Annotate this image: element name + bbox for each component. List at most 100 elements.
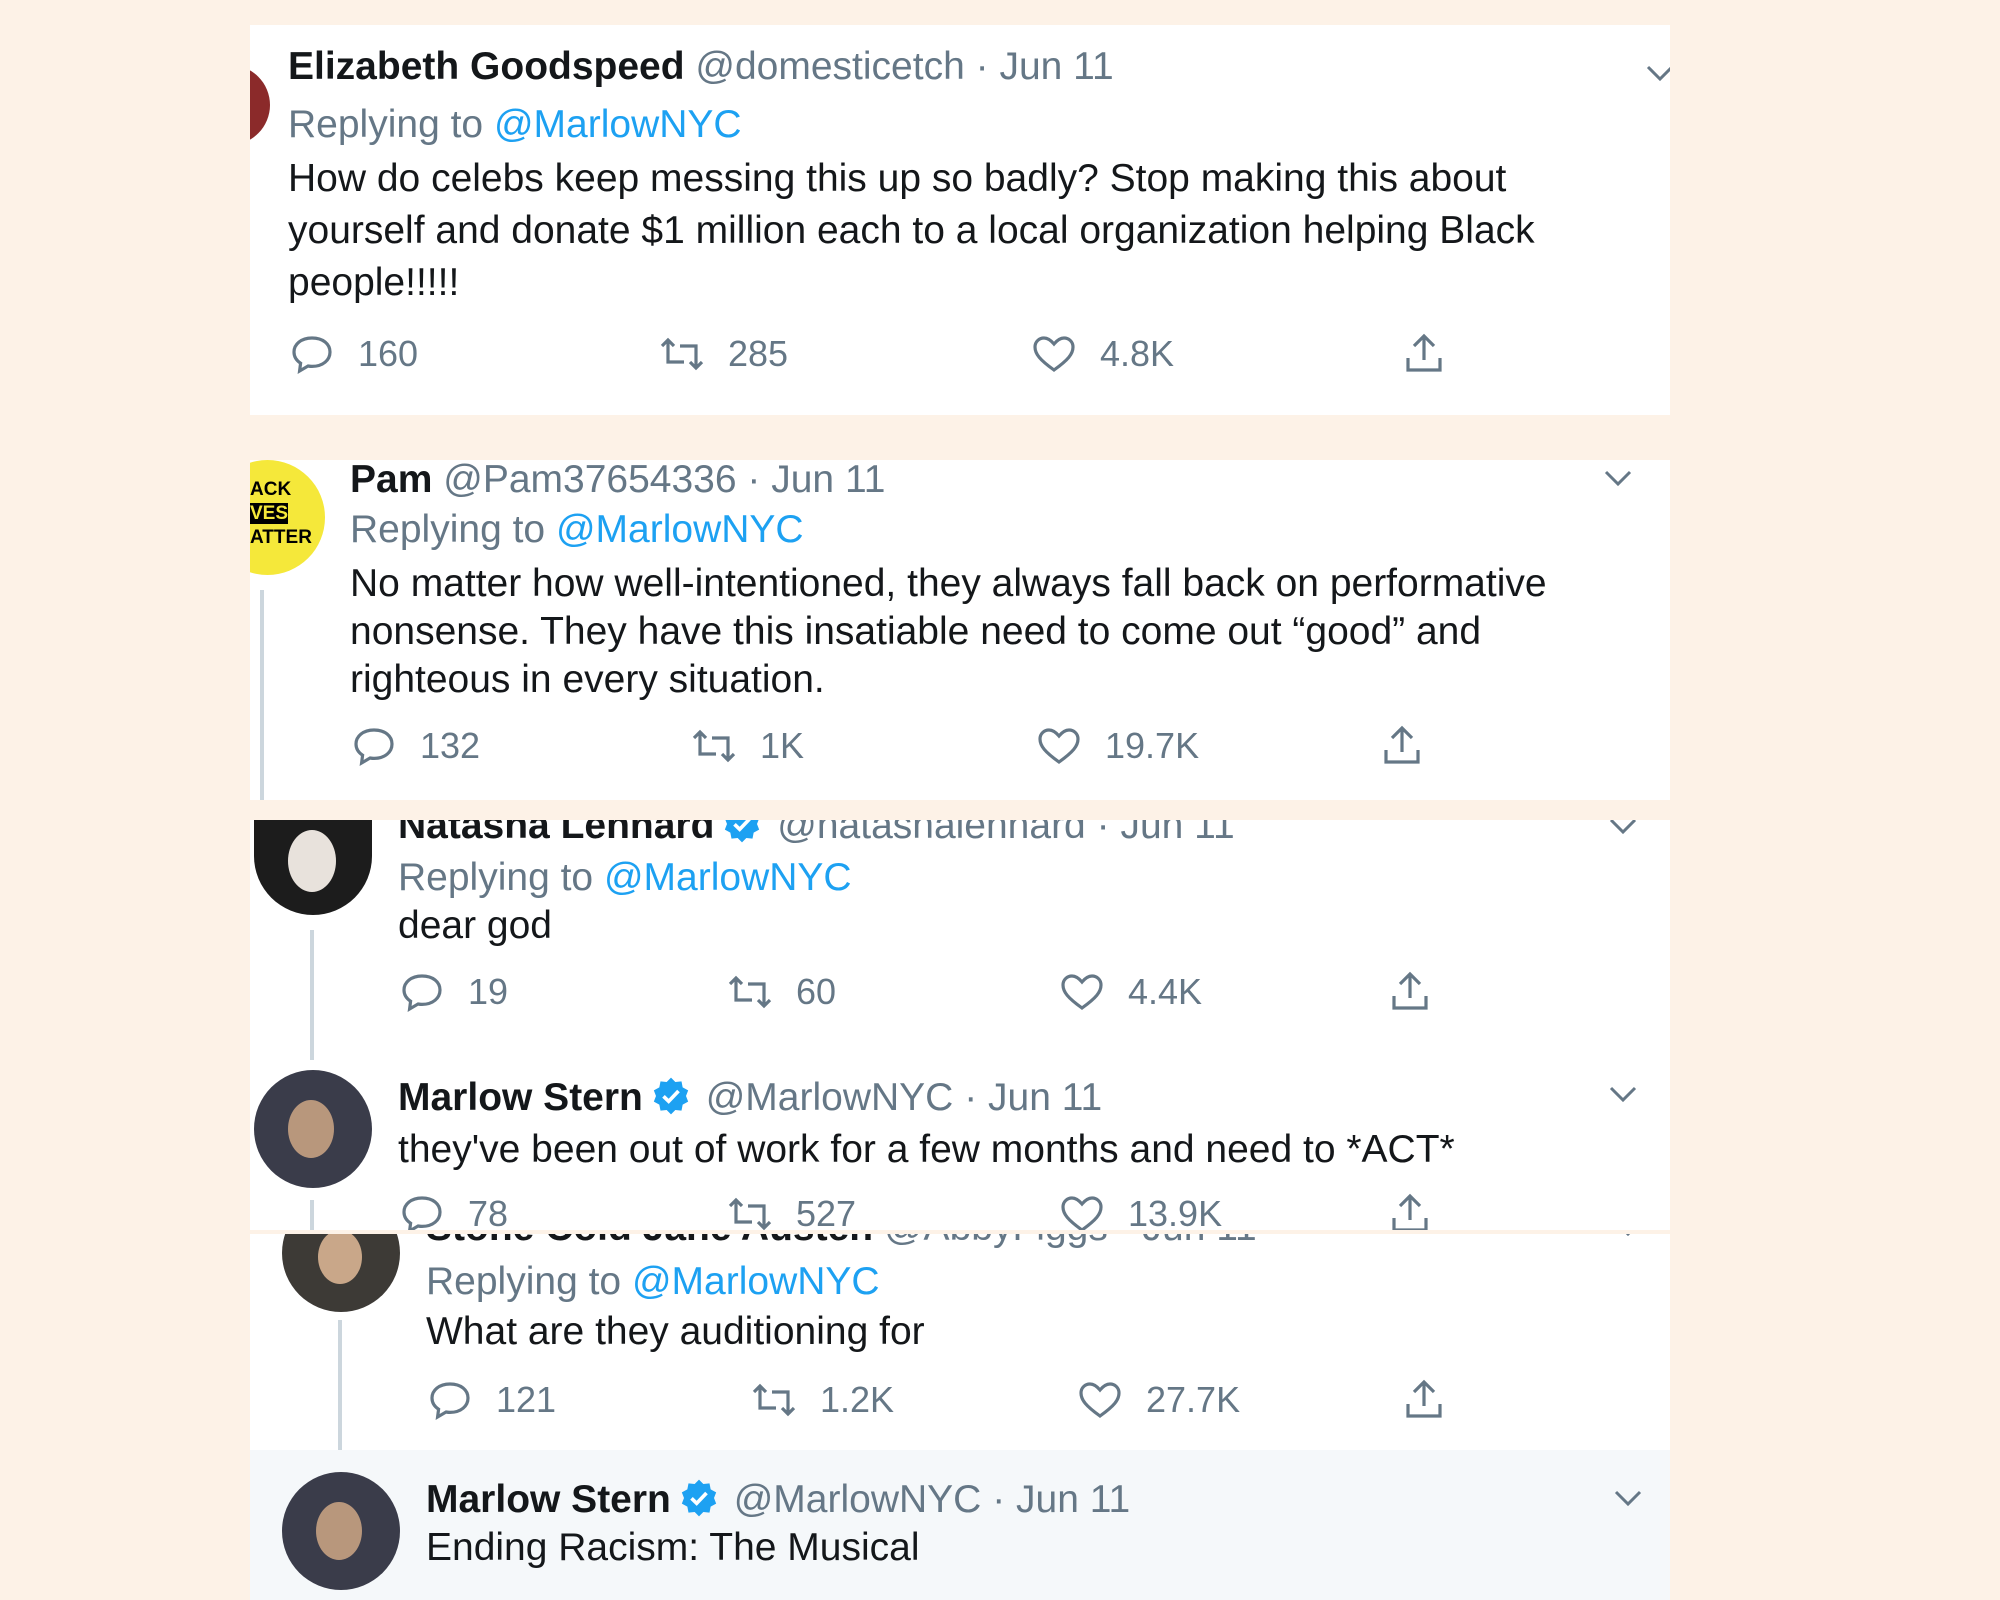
tweet-date[interactable]: Jun 11: [1143, 1234, 1257, 1249]
tweet-header: Elizabeth Goodspeed @domesticetch · Jun …: [288, 47, 1114, 86]
display-name[interactable]: Pam: [350, 460, 432, 501]
avatar-badge-text: ACK VES ATTER: [250, 479, 312, 548]
chevron-down-icon[interactable]: [1610, 1234, 1646, 1246]
verified-badge-icon: [725, 820, 760, 843]
display-name[interactable]: Marlow Stern: [398, 1076, 643, 1119]
share-button[interactable]: [1386, 968, 1456, 1016]
display-name[interactable]: Stone Cold Jane Austen: [426, 1234, 873, 1249]
reply-button[interactable]: 132: [350, 722, 480, 770]
tweet-card[interactable]: Stone Cold Jane Austen @AbbyFiggs · Jun …: [250, 1234, 1670, 1450]
share-button[interactable]: [1378, 722, 1448, 770]
reply-button[interactable]: 121: [426, 1376, 556, 1424]
retweet-icon: [728, 1197, 772, 1230]
avatar-face: [318, 1234, 362, 1284]
replying-label: Replying to: [398, 856, 594, 899]
display-name[interactable]: Marlow Stern: [426, 1478, 671, 1521]
share-button[interactable]: [1400, 330, 1470, 378]
retweet-count: 285: [728, 333, 789, 374]
user-handle[interactable]: @Pam37654336: [443, 460, 736, 501]
like-count: 19.7K: [1105, 725, 1200, 766]
user-handle[interactable]: @MarlowNYC: [734, 1478, 982, 1521]
avatar[interactable]: [250, 65, 270, 145]
like-button[interactable]: 19.7K: [1035, 722, 1199, 770]
tweet-header: Marlow Stern @MarlowNYC · Jun 11: [426, 1478, 1130, 1519]
user-handle[interactable]: @AbbyFiggs: [884, 1234, 1108, 1249]
reply-count: 121: [496, 1379, 557, 1420]
tweet-text: they've been out of work for a few month…: [398, 1128, 1455, 1171]
retweet-icon: [728, 975, 772, 1009]
avatar-face: [288, 1100, 334, 1158]
tweet-card[interactable]: ACK VES ATTER Pam @Pam37654336 · Jun 11 Re…: [250, 460, 1670, 800]
tweet-date[interactable]: Jun 11: [1016, 1478, 1130, 1521]
reply-count: 78: [468, 1193, 509, 1230]
tweet-card[interactable]: Elizabeth Goodspeed @domesticetch · Jun …: [250, 25, 1670, 415]
heart-icon: [1038, 728, 1080, 764]
user-handle[interactable]: @domesticetch: [695, 45, 964, 88]
separator: ·: [1096, 820, 1110, 847]
chevron-down-icon[interactable]: [1600, 460, 1636, 496]
share-icon: [1392, 1193, 1428, 1230]
replying-to: Replying to @MarlowNYC: [426, 1260, 880, 1304]
replying-label: Replying to: [288, 103, 484, 146]
reply-button[interactable]: 19: [398, 968, 508, 1016]
reply-button[interactable]: 78: [398, 1190, 508, 1230]
mention-link[interactable]: @MarlowNYC: [604, 856, 852, 899]
reply-icon: [354, 728, 394, 767]
tweet-header: Marlow Stern @MarlowNYC · Jun 11: [398, 1076, 1102, 1117]
retweet-button[interactable]: 285: [658, 330, 788, 378]
display-name[interactable]: Elizabeth Goodspeed: [288, 45, 685, 88]
tweet-text: No matter how well-intentioned, they alw…: [350, 562, 1547, 701]
retweet-button[interactable]: 527: [726, 1190, 856, 1230]
tweet-actions: 19 60 4.4K: [250, 968, 1670, 1028]
reply-count: 132: [420, 725, 481, 766]
like-button[interactable]: 13.9K: [1058, 1190, 1222, 1230]
like-button[interactable]: 27.7K: [1076, 1376, 1240, 1424]
tweet-date[interactable]: Jun 11: [999, 45, 1113, 88]
avatar[interactable]: [282, 1234, 400, 1312]
tweet-date[interactable]: Jun 11: [988, 1076, 1102, 1119]
retweet-count: 60: [796, 971, 837, 1012]
display-name[interactable]: Natasha Lennard: [398, 820, 714, 847]
retweet-count: 1.2K: [820, 1379, 895, 1420]
tweet-date[interactable]: Jun 11: [1120, 820, 1234, 847]
chevron-down-icon[interactable]: [1610, 1480, 1646, 1516]
tweet-card[interactable]: Natasha Lennard @natashalennard · Jun 11…: [250, 820, 1670, 1230]
share-icon: [1392, 971, 1428, 1010]
reply-icon: [402, 1196, 442, 1230]
tweet-actions: 160 285 4.8K: [250, 330, 1670, 390]
avatar[interactable]: [254, 1070, 372, 1188]
chevron-down-icon[interactable]: [1605, 820, 1641, 844]
avatar[interactable]: ACK VES ATTER: [250, 460, 325, 575]
share-icon: [1406, 1379, 1442, 1418]
heart-icon: [1033, 336, 1075, 372]
heart-icon: [1061, 974, 1103, 1010]
retweet-button[interactable]: 1.2K: [750, 1376, 894, 1424]
avatar[interactable]: [282, 1472, 400, 1590]
tweet-text: How do celebs keep messing this up so ba…: [288, 157, 1535, 304]
mention-link[interactable]: @MarlowNYC: [494, 103, 742, 146]
tweet-card-highlighted[interactable]: Marlow Stern @MarlowNYC · Jun 11 Ending …: [250, 1450, 1670, 1600]
like-button[interactable]: 4.8K: [1030, 330, 1174, 378]
retweet-button[interactable]: 60: [726, 968, 836, 1016]
retweet-button[interactable]: 1K: [690, 722, 804, 770]
share-button[interactable]: [1400, 1376, 1470, 1424]
share-button[interactable]: [1386, 1190, 1456, 1230]
verified-badge-icon: [653, 1077, 689, 1115]
separator: ·: [1119, 1234, 1132, 1249]
tweet-date[interactable]: Jun 11: [771, 460, 885, 501]
avatar[interactable]: [254, 820, 372, 915]
chevron-down-icon[interactable]: [1642, 55, 1670, 91]
retweet-count: 527: [796, 1193, 857, 1230]
like-button[interactable]: 4.4K: [1058, 968, 1202, 1016]
user-handle[interactable]: @MarlowNYC: [706, 1076, 954, 1119]
mention-link[interactable]: @MarlowNYC: [632, 1260, 880, 1303]
tweet-text: dear god: [398, 904, 552, 947]
reply-icon: [292, 336, 332, 375]
avatar-face: [316, 1502, 362, 1560]
retweet-icon: [692, 729, 736, 763]
chevron-down-icon[interactable]: [1605, 1076, 1641, 1112]
reply-button[interactable]: 160: [288, 330, 418, 378]
user-handle[interactable]: @natashalennard: [777, 820, 1085, 847]
tweet-actions: 78 527 13.9K: [250, 1190, 1670, 1230]
mention-link[interactable]: @MarlowNYC: [556, 508, 804, 551]
